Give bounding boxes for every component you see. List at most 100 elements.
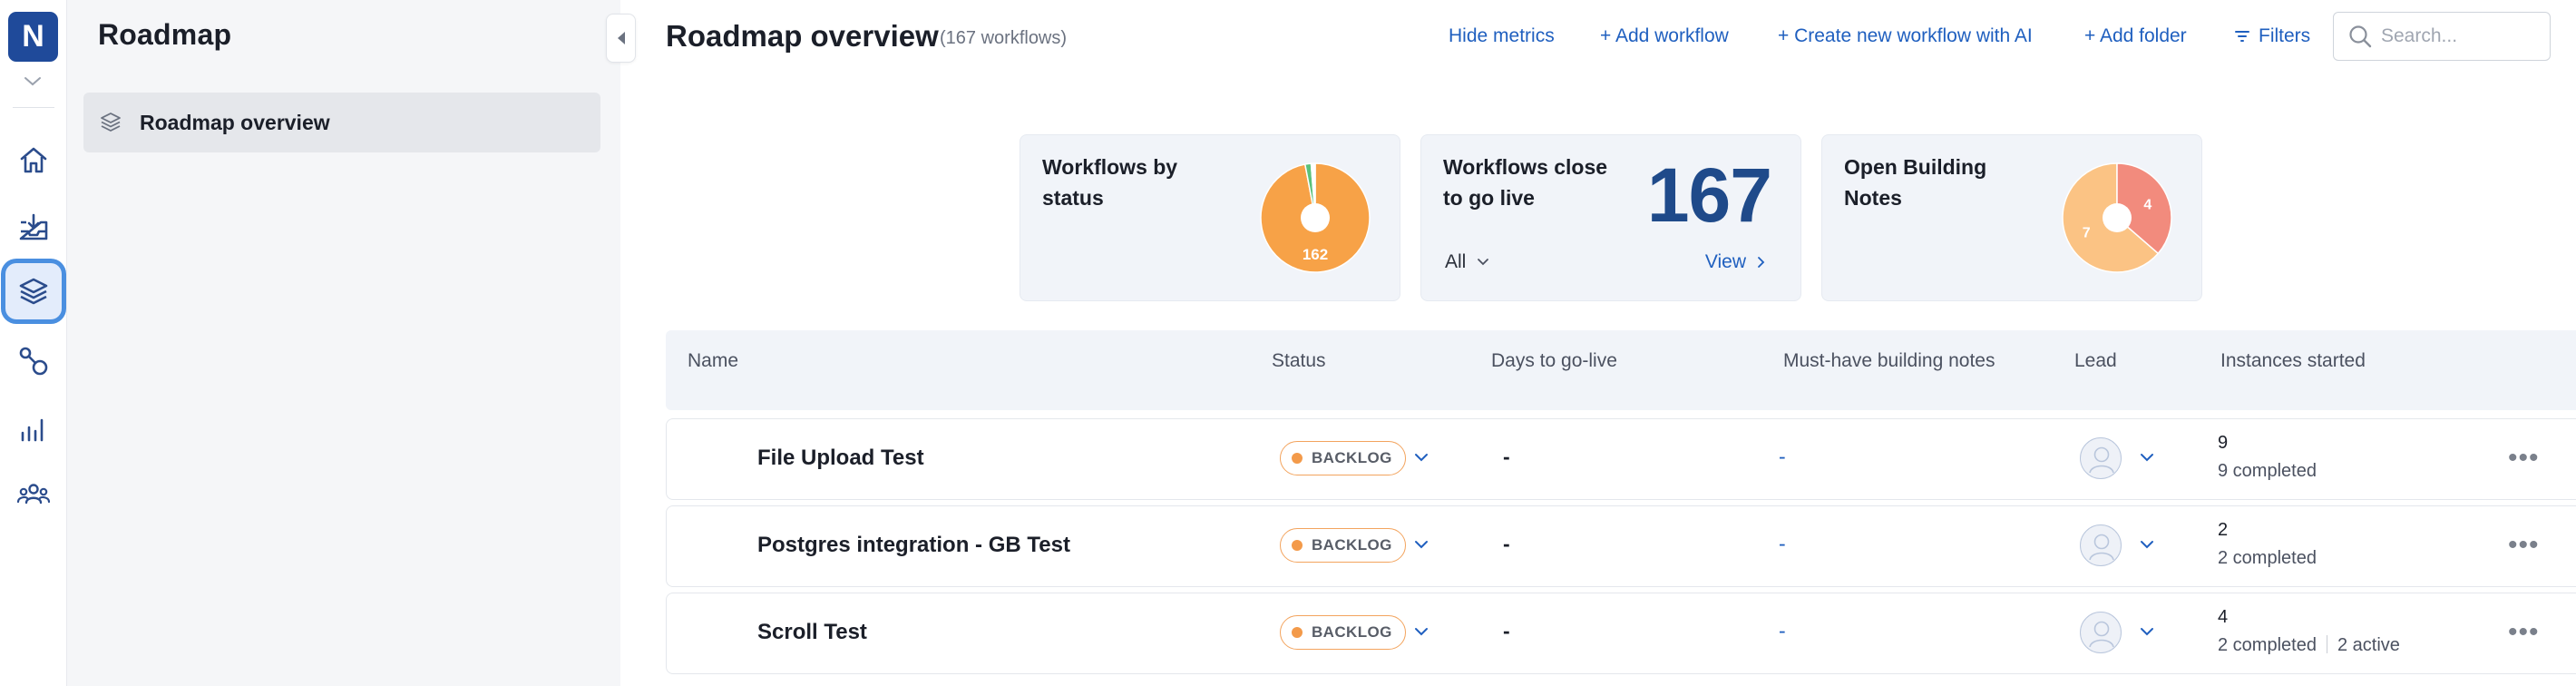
building-notes-link[interactable]: -	[1779, 619, 1786, 643]
card-title: Workflows close to go live	[1443, 155, 1608, 210]
instances-active: 2 active	[2337, 635, 2400, 655]
sidebar-item-label: Roadmap overview	[140, 110, 330, 134]
card-title: Workflows by status	[1042, 155, 1178, 210]
workflow-name[interactable]: Scroll Test	[757, 620, 867, 645]
roadmap-sidebar: Roadmap Roadmap overview	[67, 0, 620, 686]
view-label: View	[1704, 251, 1746, 272]
avatar[interactable]	[2080, 612, 2122, 653]
chevron-down-icon[interactable]	[1410, 621, 1432, 642]
inbox-icon	[19, 213, 48, 240]
instances-completed: 2 completed	[2218, 548, 2317, 568]
sidebar-title: Roadmap	[98, 18, 232, 51]
workflow-name[interactable]: Postgres integration - GB Test	[757, 533, 1070, 558]
chevron-down-icon[interactable]	[20, 73, 45, 91]
avatar[interactable]	[2080, 437, 2122, 479]
chevron-down-icon	[1478, 259, 1489, 266]
team-icon	[16, 484, 51, 505]
more-options-button[interactable]: •••	[2508, 443, 2540, 474]
status-donut-chart: 162	[1260, 162, 1371, 273]
rail-analytics-button[interactable]	[5, 401, 62, 457]
rail-roadmap-button[interactable]	[5, 263, 62, 319]
search-icon	[2349, 25, 2372, 48]
status-badge[interactable]: BACKLOG	[1280, 441, 1406, 475]
sidebar-item-roadmap-overview[interactable]: Roadmap overview	[83, 93, 600, 152]
column-header-days-to-go-live[interactable]: Days to go-live	[1491, 350, 1617, 372]
days-to-go-live: -	[1503, 445, 1510, 468]
card-workflows-close-to-go-live[interactable]: Workflows close to go live 167 All View	[1420, 134, 1801, 301]
layers-icon	[101, 113, 121, 132]
rail-inbox-button[interactable]	[5, 200, 62, 256]
status-label: BACKLOG	[1312, 536, 1392, 554]
column-header-name[interactable]: Name	[688, 350, 738, 372]
column-header-instances[interactable]: Instances started	[2220, 350, 2366, 372]
days-to-go-live: -	[1503, 532, 1510, 555]
column-header-lead[interactable]: Lead	[2074, 350, 2117, 372]
building-notes-link[interactable]: -	[1779, 445, 1786, 469]
status-label: BACKLOG	[1312, 449, 1392, 466]
table-row[interactable]: File Upload Test BACKLOG - - 9 9 complet…	[666, 418, 2576, 500]
instances-started: 2	[2218, 520, 2229, 540]
workflow-icon	[19, 347, 48, 376]
add-workflow-link[interactable]: + Add workflow	[1600, 25, 1729, 47]
workflow-count: (167 workflows)	[940, 28, 1068, 48]
search-input[interactable]	[2381, 25, 2535, 47]
table-row[interactable]: Postgres integration - GB Test BACKLOG -…	[666, 505, 2576, 587]
rail-workflow-button[interactable]	[5, 333, 62, 389]
instances-detail: 9 completed	[2218, 461, 2317, 482]
status-dot	[1292, 453, 1303, 464]
app-logo[interactable]: N	[8, 12, 58, 62]
go-live-count: 167	[1646, 152, 1772, 238]
instances-completed: 9 completed	[2218, 461, 2317, 481]
column-header-status[interactable]: Status	[1272, 350, 1326, 372]
status-badge[interactable]: BACKLOG	[1280, 615, 1406, 650]
table-row[interactable]: Scroll Test BACKLOG - - 4 2 completed 2 a…	[666, 593, 2576, 674]
status-dot	[1292, 540, 1303, 551]
building-notes-donut-chart: 74	[2062, 162, 2172, 273]
status-label: BACKLOG	[1312, 623, 1392, 641]
donut-slice-label: 7	[2083, 225, 2091, 240]
filter-value: All	[1445, 251, 1467, 272]
building-notes-link[interactable]: -	[1779, 532, 1786, 556]
rail-home-button[interactable]	[5, 132, 62, 189]
donut-hole	[1301, 203, 1330, 232]
workflow-name[interactable]: File Upload Test	[757, 446, 924, 471]
chevron-down-icon[interactable]	[2136, 534, 2158, 555]
more-options-button[interactable]: •••	[2508, 617, 2540, 648]
instances-started: 4	[2218, 607, 2229, 627]
go-live-filter-dropdown[interactable]: All	[1445, 251, 1493, 273]
chevron-down-icon[interactable]	[1410, 534, 1432, 555]
donut-hole	[2103, 203, 2132, 232]
filters-button[interactable]: Filters	[2233, 25, 2310, 47]
layers-icon	[19, 278, 48, 305]
rail-team-button[interactable]	[5, 466, 62, 522]
avatar[interactable]	[2080, 524, 2122, 566]
add-folder-link[interactable]: + Add folder	[2084, 25, 2187, 47]
user-icon	[2089, 621, 2114, 648]
donut-center-label: 162	[1303, 246, 1328, 263]
status-dot	[1292, 627, 1303, 638]
instances-started: 9	[2218, 433, 2229, 453]
card-open-building-notes[interactable]: Open Building Notes 74	[1821, 134, 2202, 301]
days-to-go-live: -	[1503, 619, 1510, 642]
rail-divider	[13, 107, 54, 108]
column-header-building-notes[interactable]: Must-have building notes	[1783, 350, 1995, 372]
chevron-down-icon[interactable]	[2136, 621, 2158, 642]
analytics-icon	[21, 418, 44, 442]
more-options-button[interactable]: •••	[2508, 530, 2540, 561]
create-workflow-ai-link[interactable]: + Create new workflow with AI	[1778, 25, 2033, 47]
hide-metrics-link[interactable]: Hide metrics	[1449, 25, 1555, 47]
card-workflows-by-status[interactable]: Workflows by status 162	[1020, 134, 1400, 301]
home-icon	[20, 147, 47, 173]
search-box[interactable]	[2333, 12, 2551, 61]
instances-detail: 2 completed	[2218, 548, 2317, 569]
chevron-down-icon[interactable]	[1410, 446, 1432, 468]
chevron-right-icon	[1758, 257, 1765, 268]
view-link[interactable]: View	[1705, 251, 1770, 273]
icon-rail: N	[0, 0, 67, 686]
donut-slice-label: 4	[2143, 198, 2152, 213]
card-title: Open Building Notes	[1844, 155, 1987, 210]
table-header: Name Status Days to go-live Must-have bu…	[666, 330, 2576, 410]
collapse-sidebar-button[interactable]	[606, 14, 636, 63]
status-badge[interactable]: BACKLOG	[1280, 528, 1406, 563]
chevron-down-icon[interactable]	[2136, 446, 2158, 468]
